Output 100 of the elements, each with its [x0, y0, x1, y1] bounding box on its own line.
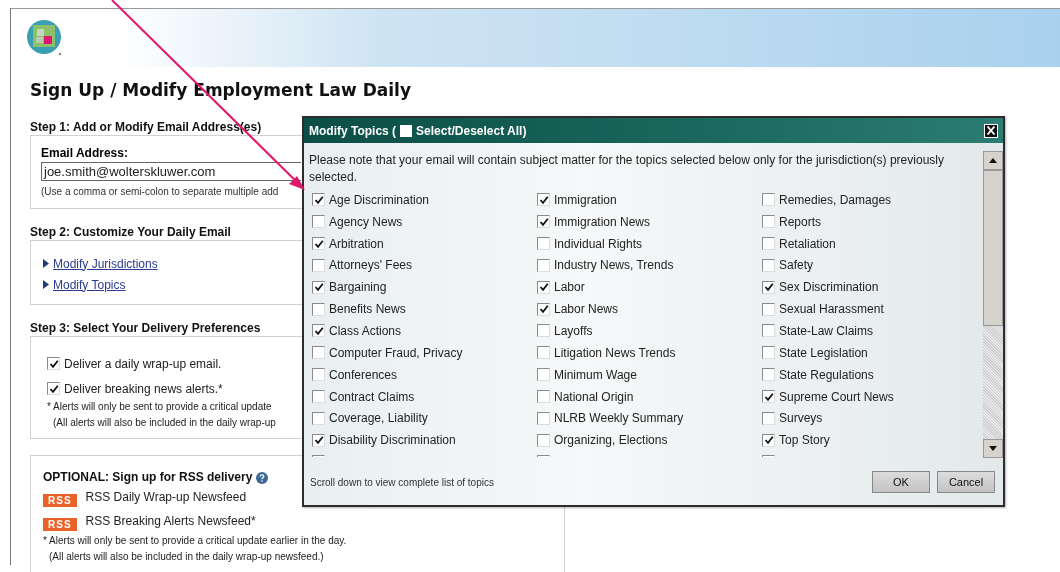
checkbox[interactable]: [537, 302, 550, 316]
checkbox[interactable]: [312, 237, 325, 251]
topic-label: Surveys: [779, 411, 823, 426]
checkbox[interactable]: [312, 411, 325, 425]
topic-label: Reports: [779, 214, 822, 229]
topic-label: Layoffs: [554, 324, 593, 338]
topic-label: Safety: [779, 258, 814, 273]
topic-label: Contract Claims: [329, 389, 415, 404]
topic-label: Agency News: [329, 214, 403, 229]
checkbox[interactable]: [47, 357, 60, 370]
topic-label: Age Discrimination: [329, 192, 430, 207]
topic-label: State Legislation: [779, 345, 868, 360]
help-icon[interactable]: [256, 471, 269, 484]
checkbox[interactable]: [762, 215, 775, 229]
checkbox[interactable]: [762, 411, 775, 425]
topic-label: State Regulations: [779, 367, 874, 382]
checkbox[interactable]: [537, 237, 550, 251]
checkbox[interactable]: [762, 433, 775, 447]
checkbox[interactable]: [762, 346, 775, 360]
topic-label: Minimum Wage: [554, 367, 637, 382]
triangle-icon: [43, 280, 49, 289]
checkbox[interactable]: [537, 368, 550, 382]
checkbox[interactable]: [762, 368, 775, 382]
footer-text: Scroll down to view complete list of topics: [310, 476, 495, 488]
up-arrow-icon[interactable]: [989, 158, 997, 163]
triangle-icon: [43, 259, 49, 268]
checkbox[interactable]: [762, 390, 775, 403]
field-label: Email Address:: [41, 146, 128, 160]
checkbox[interactable]: [537, 193, 550, 207]
topic-label: Sex Discrimination: [779, 280, 879, 295]
topic-label: NLRB Weekly Summary: [554, 411, 684, 426]
checkbox[interactable]: [537, 390, 550, 403]
topic-label: Immigration: [554, 192, 617, 207]
section-heading: Step 2: Customize Your Daily Email: [30, 225, 231, 240]
checkbox[interactable]: [762, 237, 775, 251]
note-text: * Alerts will only be sent to provide a critical update earlier in the day.: [43, 535, 347, 548]
topic-label: Class Actions: [329, 324, 402, 338]
checkbox[interactable]: [312, 258, 325, 272]
topic-label: Retaliation: [779, 236, 836, 251]
checkbox[interactable]: [537, 280, 550, 294]
checkbox-label: Deliver breaking news alerts.*: [64, 381, 223, 396]
checkbox[interactable]: [537, 346, 550, 360]
topic-label: Conferences: [329, 367, 398, 382]
down-arrow-icon[interactable]: [989, 446, 997, 451]
hint-text: (Use a comma or semi-colon to separate multiple add: [41, 186, 279, 197]
checkbox[interactable]: [312, 433, 325, 447]
topic-label: Remedies, Damages: [779, 192, 892, 207]
topic-label: Labor: [554, 280, 585, 295]
section-heading: OPTIONAL: Sign up for RSS delivery: [43, 470, 253, 485]
section-heading: Step 3: Select Your Delivery Preferences: [30, 321, 261, 336]
topic-label: State-Law Claims: [779, 324, 874, 338]
topic-label: Litigation News Trends: [554, 345, 676, 360]
checkbox[interactable]: [537, 258, 550, 272]
topic-label: Supreme Court News: [779, 389, 894, 404]
topic-label: Benefits News: [329, 302, 406, 317]
feed-label: RSS Daily Wrap-up Newsfeed: [85, 490, 247, 504]
topic-label: Disability Discrimination: [329, 433, 456, 448]
scrollbar[interactable]: [983, 151, 1003, 458]
checkbox[interactable]: [762, 258, 775, 272]
topic-label: Industry News, Trends: [554, 258, 674, 273]
email-field[interactable]: joe.smith@wolterskluwer.com: [41, 162, 301, 181]
checkbox[interactable]: [47, 382, 60, 395]
checkbox[interactable]: [312, 302, 325, 316]
topic-label: Sexual Harassment: [779, 302, 884, 317]
checkbox[interactable]: [762, 280, 775, 294]
topic-label: Attorneys' Fees: [329, 258, 412, 273]
ok-button[interactable]: OK: [872, 471, 930, 493]
topic-label: Coverage, Liability: [329, 411, 428, 426]
link[interactable]: Modify Jurisdictions: [53, 256, 158, 271]
checkbox[interactable]: [312, 193, 325, 207]
topic-label: Bargaining: [329, 280, 387, 295]
topic-label: Individual Rights: [554, 236, 643, 251]
checkbox[interactable]: [537, 433, 550, 447]
checkbox[interactable]: [537, 324, 550, 338]
feed-label: RSS Breaking Alerts Newsfeed*: [85, 514, 256, 528]
checkbox[interactable]: [312, 368, 325, 382]
note-text: (All alerts will also be included in the daily wrap-up newsfeed.): [49, 551, 324, 564]
checkbox[interactable]: [312, 390, 325, 403]
checkbox[interactable]: [537, 411, 550, 425]
checkbox[interactable]: [312, 324, 325, 338]
checkbox[interactable]: [312, 280, 325, 294]
checkbox[interactable]: [762, 193, 775, 207]
dialog-title: Modify Topics (: [309, 123, 397, 138]
notice-text: Please note that your email will contain subject matter for the topics selected below only for the jurisdiction(s) previously selected.: [309, 152, 945, 186]
topic-label: Organizing, Elections: [554, 433, 668, 448]
checkbox[interactable]: [762, 302, 775, 316]
topic-label: National Origin: [554, 389, 634, 404]
topic-label: Top Story: [779, 433, 830, 448]
topic-label: Immigration News: [554, 214, 651, 229]
note-text: (All alerts will also be included in the daily wrap-up: [53, 417, 276, 430]
checkbox[interactable]: [312, 346, 325, 360]
link[interactable]: Modify Topics: [53, 277, 126, 292]
note-text: * Alerts will only be sent to provide a critical update: [47, 401, 272, 414]
cancel-button[interactable]: Cancel: [937, 471, 995, 493]
logo-icon: [27, 19, 63, 57]
checkbox[interactable]: [762, 324, 775, 338]
checkbox[interactable]: [312, 215, 325, 229]
close-button[interactable]: [984, 123, 998, 138]
select-all-checkbox[interactable]: [400, 124, 413, 137]
checkbox[interactable]: [537, 215, 550, 229]
